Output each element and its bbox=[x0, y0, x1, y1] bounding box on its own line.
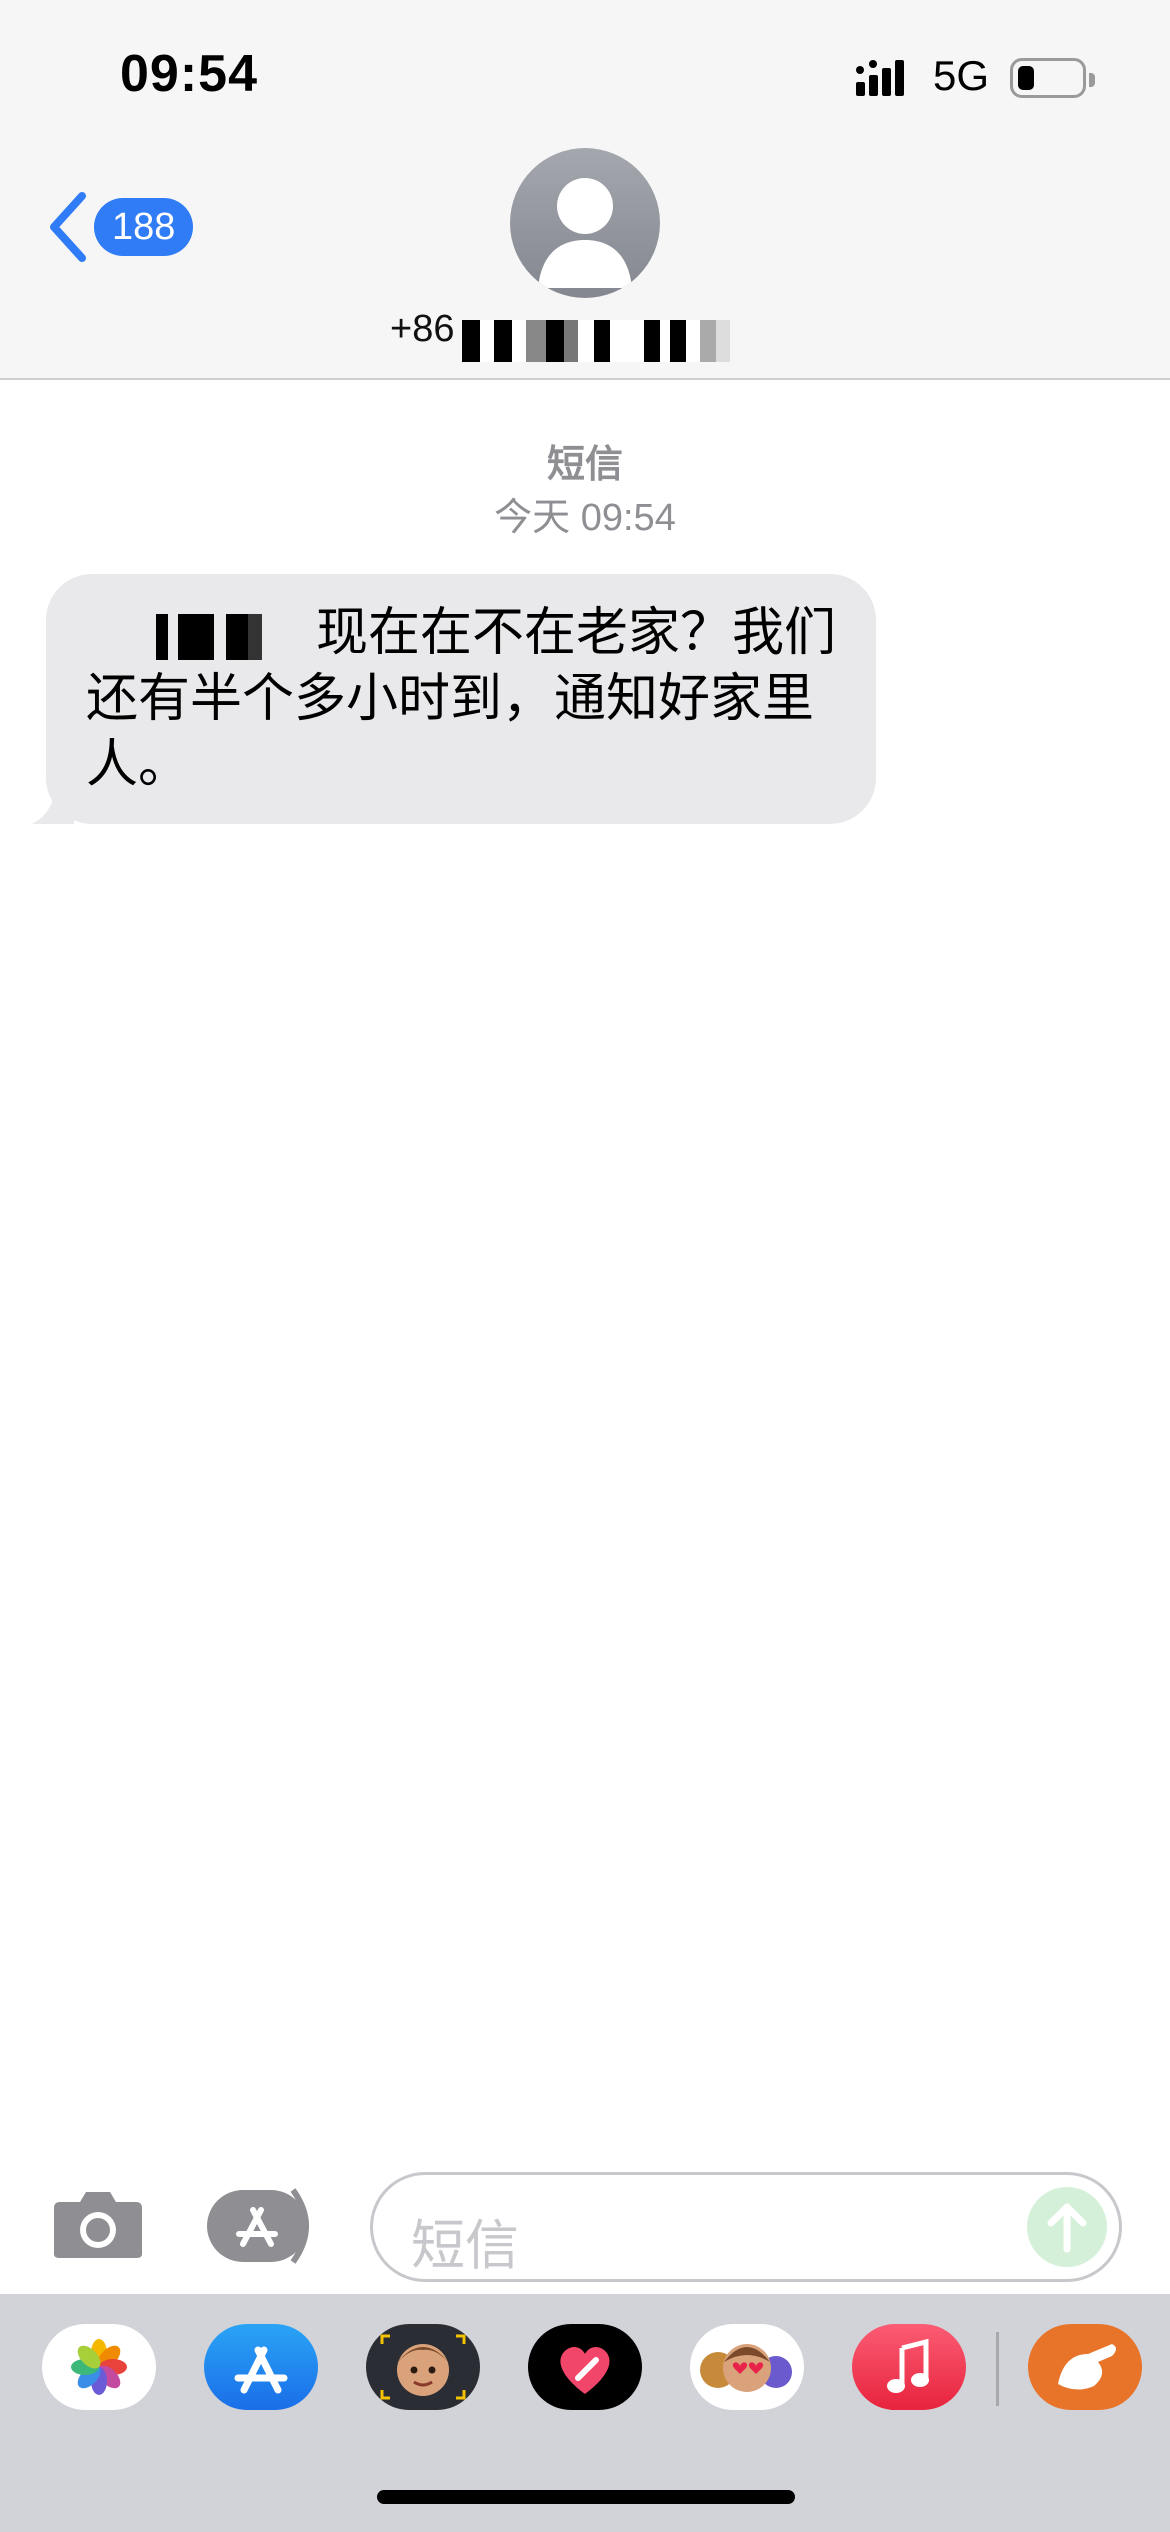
person-silhouette-icon bbox=[538, 178, 632, 288]
conversation-header: 188 +86 bbox=[0, 140, 1170, 380]
status-time: 09:54 bbox=[120, 45, 258, 103]
music-app-icon[interactable] bbox=[852, 2324, 966, 2410]
app-store-drawer-button[interactable] bbox=[207, 2188, 319, 2264]
incoming-message-bubble[interactable]: 现在在不在老家？我们还有半个多小时到，通知好家里人。 bbox=[32, 574, 876, 824]
digital-touch-app-icon[interactable] bbox=[528, 2324, 642, 2410]
arrow-up-icon bbox=[1047, 2203, 1087, 2253]
message-text: 现在在不在老家？我们还有半个多小时到，通知好家里人。 bbox=[86, 604, 837, 794]
message-input[interactable]: 短信 bbox=[370, 2172, 1122, 2282]
app-store-a-icon bbox=[234, 2346, 288, 2394]
chevron-left-icon bbox=[50, 192, 86, 262]
app-store-app-icon[interactable] bbox=[204, 2324, 318, 2410]
send-button[interactable] bbox=[1027, 2187, 1107, 2267]
message-input-placeholder: 短信 bbox=[411, 2216, 519, 2276]
photos-flower-icon bbox=[71, 2339, 127, 2395]
contact-number-prefix: +86 bbox=[390, 308, 455, 350]
heart-icon bbox=[560, 2347, 610, 2394]
memoji-face-icon bbox=[380, 2334, 466, 2400]
photos-app-icon[interactable] bbox=[42, 2324, 156, 2410]
redaction-mask bbox=[462, 320, 730, 362]
third-party-app-icon[interactable] bbox=[1028, 2324, 1142, 2410]
message-service-label: 短信 bbox=[546, 444, 623, 486]
cellular-signal-icon bbox=[856, 60, 904, 96]
status-bar: 09:54 5G bbox=[0, 0, 1170, 140]
animoji-faces-icon bbox=[700, 2344, 792, 2392]
hand-icon bbox=[1058, 2344, 1116, 2390]
camera-icon[interactable] bbox=[52, 2188, 144, 2260]
unread-count-badge: 188 bbox=[94, 198, 194, 256]
app-store-icon bbox=[207, 2188, 309, 2264]
contact-avatar[interactable] bbox=[510, 148, 660, 298]
back-button[interactable]: 188 bbox=[44, 190, 194, 264]
message-timestamp: 今天 09:54 bbox=[494, 497, 676, 539]
drawer-divider bbox=[996, 2332, 999, 2406]
memoji-sticker-app-icon[interactable] bbox=[366, 2324, 480, 2410]
bubble-tail bbox=[32, 780, 74, 824]
contact-number[interactable]: +86 bbox=[390, 308, 454, 351]
network-type: 5G bbox=[933, 52, 990, 99]
animoji-app-icon[interactable] bbox=[690, 2324, 804, 2410]
music-note-icon bbox=[887, 2338, 929, 2393]
home-indicator[interactable] bbox=[377, 2490, 795, 2504]
battery-icon bbox=[1010, 58, 1095, 98]
